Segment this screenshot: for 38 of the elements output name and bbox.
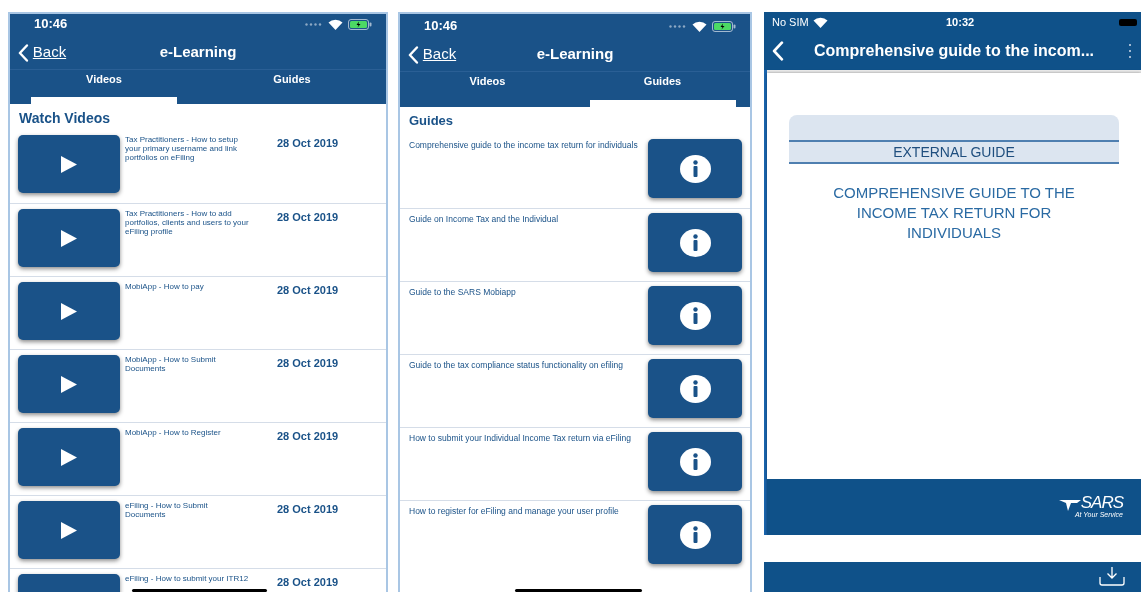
video-date: 28 Oct 2019 [277, 210, 339, 225]
document-banner: EXTERNAL GUIDE [789, 140, 1119, 164]
video-title[interactable]: Tax Practitioners - How to setup your primary username and link portfolios on eFiling [125, 135, 275, 203]
status-time: 10:46 [424, 17, 458, 36]
video-title[interactable]: eFiling - How to Submit Documents [125, 501, 275, 568]
tab[interactable]: Guides [198, 70, 386, 104]
video-date: 28 Oct 2019 [277, 136, 339, 151]
video-date: 28 Oct 2019 [277, 575, 339, 590]
tab[interactable]: Videos [10, 70, 198, 104]
guide-title[interactable]: Guide on Income Tax and the Individual [409, 215, 641, 281]
video-title[interactable]: MobiApp - How to Register [125, 428, 275, 495]
guide-title[interactable]: How to submit your Individual Income Tax return via eFiling [409, 434, 641, 500]
status-time: 10:46 [34, 15, 68, 34]
guide-title[interactable]: How to register for eFiling and manage your user profile [409, 507, 641, 573]
tab[interactable]: Guides [575, 72, 750, 107]
document-title: Comprehensive guide to the incom... [814, 41, 1095, 61]
video-date: 28 Oct 2019 [277, 429, 339, 444]
document-heading: COMPREHENSIVE GUIDE TO THE INCOME TAX RETURN FOR INDIVIDUALS [832, 183, 1076, 243]
video-date: 28 Oct 2019 [277, 502, 339, 517]
guide-title[interactable]: Guide to the tax compliance status functionality on efiling [409, 361, 641, 427]
section-heading: Watch Videos [18, 109, 112, 128]
logo-wordmark: SARS [1080, 495, 1123, 511]
guide-title[interactable]: Guide to the SARS Mobiapp [409, 288, 641, 354]
video-date: 28 Oct 2019 [277, 356, 339, 371]
back-button[interactable]: Back [18, 41, 67, 64]
back-button[interactable]: Back [408, 43, 457, 66]
video-date: 28 Oct 2019 [277, 283, 339, 298]
video-title[interactable]: MobiApp - How to Submit Documents [125, 355, 275, 422]
tab[interactable]: Videos [400, 72, 575, 107]
section-heading: Guides [408, 112, 455, 130]
video-title[interactable]: Tax Practitioners - How to add portfolios, clients and users to your eFiling profile [125, 209, 275, 276]
carrier-label: No SIM [772, 14, 809, 30]
screen-title: e-Learning [159, 42, 237, 63]
status-time: 10:32 [946, 14, 975, 30]
video-title[interactable]: MobiApp - How to pay [125, 282, 275, 349]
screen-title: e-Learning [536, 44, 614, 65]
video-title[interactable]: eFiling - How to submit your ITR12 [125, 574, 275, 592]
guide-title[interactable]: Comprehensive guide to the income tax return for individuals [409, 141, 641, 208]
